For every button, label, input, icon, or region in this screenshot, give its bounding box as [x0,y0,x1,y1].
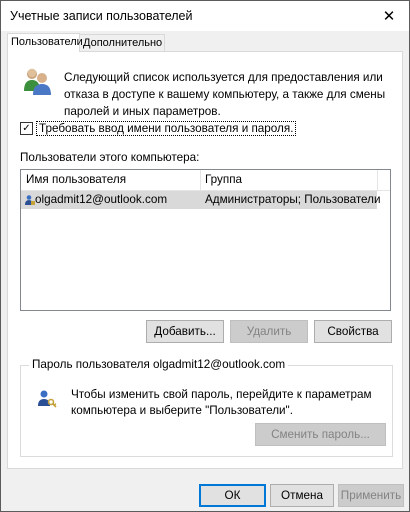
password-instructions: Чтобы изменить свой пароль, перейдите к … [71,388,372,417]
table-row[interactable]: olgadmit12@outlook.com Администраторы; П… [21,191,381,209]
cell-username: olgadmit12@outlook.com [35,193,168,206]
tab-users-label: Пользователи [11,36,83,48]
require-login-checkbox[interactable]: ✓ [20,122,33,135]
add-user-button[interactable]: Добавить... [146,320,224,343]
properties-button[interactable]: Свойства [314,320,392,343]
password-group-legend: Пароль пользователя olgadmit12@outlook.c… [29,358,289,371]
user-password-group: Пароль пользователя olgadmit12@outlook.c… [20,358,393,457]
users-section-label: Пользователи этого компьютера: [20,151,200,164]
ok-button[interactable]: ОК [199,484,266,507]
cancel-button[interactable]: Отмена [270,484,334,507]
users-list[interactable]: Имя пользователя Группа olgadmit12@outlo… [20,169,391,311]
tab-advanced[interactable]: Дополнительно [79,34,165,51]
title-bar: Учетные записи пользователей ✕ [1,1,409,31]
close-icon: ✕ [382,8,396,25]
window-title: Учетные записи пользователей [10,9,193,23]
column-group[interactable]: Группа [205,173,242,186]
column-divider[interactable] [200,170,201,190]
checkmark-icon: ✓ [22,123,31,134]
user-key-icon [38,390,57,408]
apply-button[interactable]: Применить [338,484,404,507]
remove-user-button[interactable]: Удалить [230,320,308,343]
column-username[interactable]: Имя пользователя [26,173,126,186]
tab-advanced-label: Дополнительно [83,37,163,49]
require-login-label[interactable]: Требовать ввод имени пользователя и паро… [36,121,297,136]
close-button[interactable]: ✕ [369,1,409,31]
intro-description: Следующий список используется для предос… [64,71,386,118]
column-divider[interactable] [377,170,378,190]
change-password-button[interactable]: Сменить пароль... [255,423,386,446]
users-icon [24,68,51,95]
tab-users[interactable]: Пользователи [7,33,83,52]
users-list-header: Имя пользователя Группа [21,170,390,191]
cell-group: Администраторы; Пользователи [205,193,381,206]
users-tab-panel: Следующий список используется для предос… [7,51,403,469]
require-login-row[interactable]: ✓ Требовать ввод имени пользователя и па… [20,121,297,136]
user-accounts-dialog: Учетные записи пользователей ✕ Пользоват… [0,0,410,512]
